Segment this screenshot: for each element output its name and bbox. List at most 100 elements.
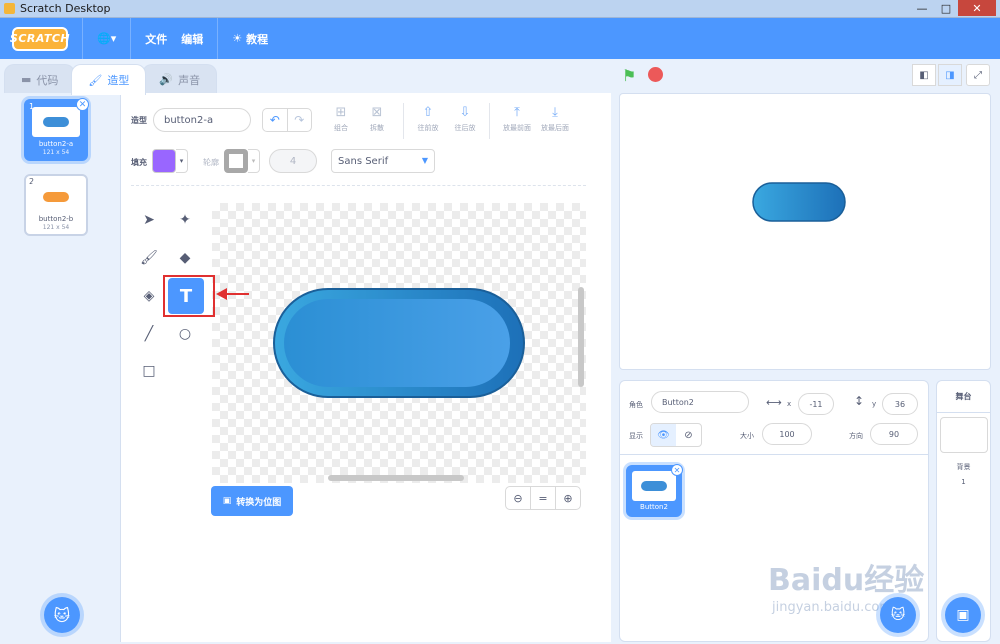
rectangle-tool-icon[interactable]: □ (136, 358, 162, 384)
y-input[interactable]: 36 (882, 393, 918, 415)
select-tool-icon[interactable]: ➤ (136, 207, 162, 233)
ungroup-label: 拆散 (370, 124, 384, 132)
sprite-name-input[interactable]: Button2 (651, 391, 749, 413)
tab-code[interactable]: ▬ 代码 (4, 64, 76, 94)
x-input[interactable]: -11 (798, 393, 834, 415)
fill-dropdown-icon[interactable]: ▾ (176, 149, 188, 173)
eye-hidden-icon[interactable]: ⊘ (676, 424, 701, 446)
image-plus-icon: ▣ (956, 607, 970, 623)
normal-stage-icon[interactable]: ◨ (938, 64, 962, 86)
convert-label: 转换为位图 (236, 497, 282, 508)
stage-sprite-button (752, 182, 846, 222)
fill-color-swatch[interactable] (152, 149, 176, 173)
tab-code-label: 代码 (36, 73, 59, 87)
costume-name-input[interactable]: button2-a (153, 108, 251, 132)
backdrops-count: 1 (961, 478, 966, 486)
costume-size: 121 x 54 (42, 149, 70, 156)
undo-icon[interactable]: ↶ (263, 109, 287, 131)
delete-sprite-icon[interactable]: ✕ (671, 464, 683, 476)
arrow-bottom-icon: ⤓ (552, 105, 558, 120)
back-button[interactable]: ⤓ 放最后面 (535, 105, 575, 133)
arrow-down-icon: ⇩ (459, 105, 471, 120)
language-menu[interactable]: 🌐▾ (97, 32, 116, 45)
circle-tool-icon[interactable]: ○ (172, 321, 198, 347)
tab-sounds-label: 声音 (178, 73, 201, 87)
x-arrows-icon: ⟷ (766, 396, 782, 409)
group-button[interactable]: ⊞ 组合 (321, 105, 361, 133)
costume-item-2[interactable]: 2 button2-b 121 x 54 (24, 174, 88, 236)
cat-plus-icon: 🐱 (53, 605, 71, 625)
tab-sounds[interactable]: 🔊 声音 (142, 64, 218, 94)
image-icon: ▣ (222, 496, 232, 506)
vertical-scrollbar[interactable] (578, 287, 584, 387)
front-button[interactable]: ⤒ 放最前面 (497, 105, 537, 133)
size-label: 大小 (740, 432, 754, 440)
fill-tool-icon[interactable]: ◈ (136, 283, 162, 309)
backward-button[interactable]: ⇩ 往后放 (445, 105, 485, 133)
file-menu[interactable]: 文件 (145, 31, 167, 47)
tutorials-menu[interactable]: ☀ 教程 (232, 31, 268, 47)
x-label: x (787, 400, 792, 408)
font-select[interactable]: Sans Serif ▼ (331, 149, 435, 173)
close-window-button[interactable]: ✕ (958, 0, 996, 16)
maximize-button[interactable]: □ (934, 0, 958, 16)
speaker-icon: 🔊 (159, 73, 174, 86)
line-tool-icon[interactable]: ╱ (136, 321, 162, 347)
editor-tabs: ▬ 代码 🖌 造型 🔊 声音 (4, 64, 218, 95)
redo-icon[interactable]: ↷ (286, 109, 312, 131)
eye-icon[interactable]: 👁 (651, 424, 676, 446)
add-sprite-button[interactable]: 🐱 (880, 597, 916, 633)
stop-icon[interactable] (648, 67, 663, 82)
edit-menu[interactable]: 编辑 (181, 31, 203, 47)
forward-button[interactable]: ⇧ 往前放 (408, 105, 448, 133)
baidu-watermark-url: jingyan.baidu.com (772, 600, 892, 615)
size-input[interactable]: 100 (762, 423, 812, 445)
costume-item-1[interactable]: 1 button2-a 121 x 54 ✕ (24, 98, 89, 161)
ungroup-button[interactable]: ⊠ 拆散 (357, 105, 397, 133)
costume-list: 1 button2-a 121 x 54 ✕ 2 button2-b 121 x… (4, 93, 121, 642)
costume-thumbnail (32, 182, 80, 212)
delete-costume-icon[interactable]: ✕ (76, 98, 89, 111)
button-shape-drawing (273, 288, 525, 398)
direction-input[interactable]: 90 (870, 423, 918, 445)
green-flag-icon[interactable]: ⚑ (622, 66, 640, 85)
reshape-tool-icon[interactable]: ✦ (172, 207, 198, 233)
fullscreen-icon[interactable]: ⤢ (966, 64, 990, 86)
zoom-out-icon[interactable]: ⊖ (506, 487, 530, 509)
outline-label: 轮廓 (203, 158, 219, 167)
backward-label: 往后放 (454, 124, 476, 132)
scratch-logo[interactable]: SCRATCH (10, 26, 70, 51)
brush-tool-icon[interactable]: 🖌 (136, 245, 162, 271)
zoom-in-icon[interactable]: ⊕ (555, 487, 580, 509)
costume-thumbnail (32, 107, 80, 137)
drawing-canvas[interactable] (212, 203, 586, 483)
costume-name: button2-b (38, 215, 74, 223)
window-title: Scratch Desktop (20, 2, 111, 15)
small-stage-icon[interactable]: ◧ (912, 64, 936, 86)
zoom-controls: ⊖ = ⊕ (505, 486, 581, 510)
sprite-tile-button2[interactable]: Button2 ✕ (626, 464, 683, 517)
add-costume-button[interactable]: 🐱 (44, 597, 80, 633)
add-backdrop-button[interactable]: ▣ (945, 597, 981, 633)
outline-width-input[interactable]: 4 (269, 149, 317, 173)
outline-dropdown-icon[interactable]: ▾ (248, 149, 260, 173)
arrow-top-icon: ⤒ (514, 105, 520, 120)
undo-redo-group: ↶ ↷ (262, 108, 312, 132)
app-icon (4, 3, 15, 14)
tab-costumes-label: 造型 (107, 74, 130, 87)
backdrops-label: 背景 (956, 463, 971, 471)
costume-name: button2-a (38, 140, 74, 148)
group-icon: ⊞ (335, 105, 347, 120)
baidu-watermark: Baidu经验 (768, 563, 925, 598)
show-label: 显示 (629, 432, 643, 440)
eraser-tool-icon[interactable]: ◆ (172, 245, 198, 271)
stage-canvas[interactable] (619, 93, 991, 370)
menu-bar: SCRATCH 🌐▾ 文件 编辑 ☀ 教程 (0, 18, 1000, 59)
tab-costumes[interactable]: 🖌 造型 (71, 64, 147, 95)
zoom-reset-icon[interactable]: = (530, 487, 555, 509)
convert-to-bitmap-button[interactable]: ▣ 转换为位图 (211, 486, 293, 516)
horizontal-scrollbar[interactable] (328, 475, 464, 481)
outline-color-swatch[interactable] (224, 149, 248, 173)
minimize-button[interactable]: — (910, 0, 934, 16)
annotation-highlight-box (163, 275, 215, 317)
